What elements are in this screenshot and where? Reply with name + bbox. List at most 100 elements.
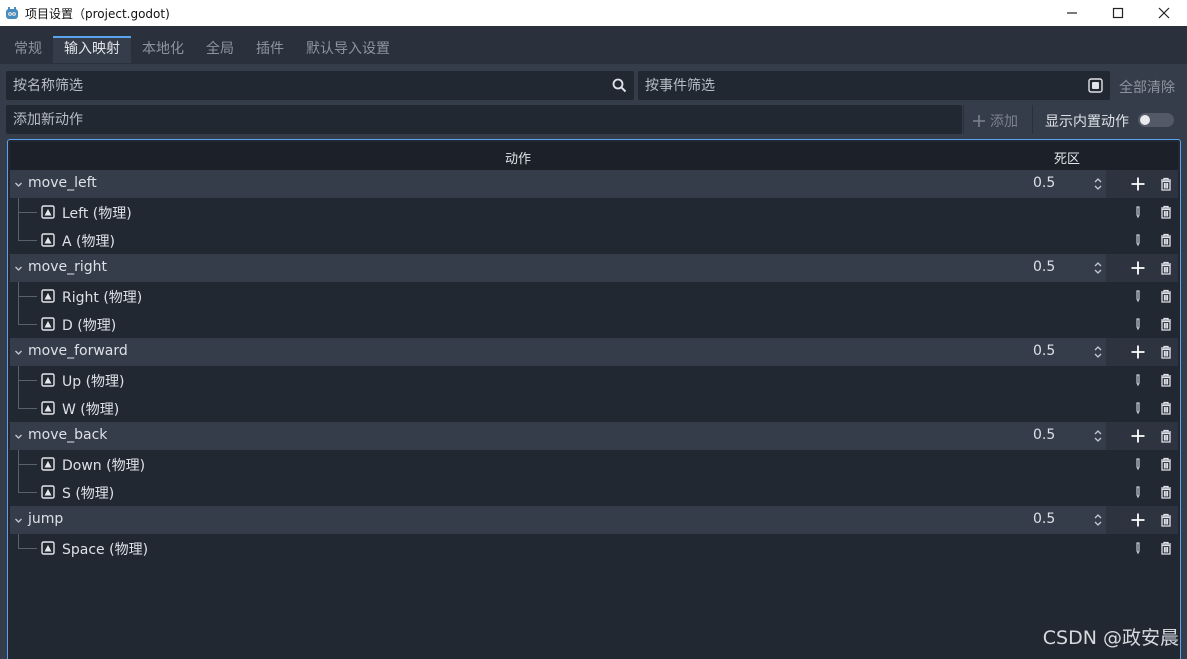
column-deadzone: 死区 [1054,152,1081,167]
filter-by-name-input[interactable] [6,71,634,100]
row-background [10,170,1106,198]
spinner-arrows-icon[interactable] [1094,430,1102,442]
tree-connector [18,212,37,213]
maximize-button[interactable] [1095,0,1141,26]
event-row[interactable]: Right (物理) [10,282,1178,310]
trash-icon[interactable] [1159,261,1173,275]
godot-icon [6,7,18,19]
edit-icon[interactable] [1131,457,1145,471]
action-tree: 动作 死区 move_left 0.5 Left (物理) A (物理) move_ri… [7,139,1181,659]
add-event-icon[interactable] [1131,345,1145,359]
add-event-icon[interactable] [1131,429,1145,443]
keyboard-icon[interactable] [1088,78,1103,93]
event-name: A (物理) [62,234,115,250]
tab-globals[interactable]: 全局 [195,36,245,63]
maximize-icon [1112,7,1124,19]
edit-icon[interactable] [1131,233,1145,247]
action-row[interactable]: move_back 0.5 [10,422,1178,450]
tree-connector [18,198,19,240]
toggle-knob [1140,115,1150,125]
clear-all-button[interactable]: 全部清除 [1119,77,1175,97]
event-row[interactable]: D (物理) [10,310,1178,338]
plus-icon [973,115,985,127]
edit-icon[interactable] [1131,317,1145,331]
show-builtin-toggle[interactable] [1138,113,1174,127]
chevron-down-icon[interactable] [14,516,23,525]
edit-icon[interactable] [1131,289,1145,303]
trash-icon[interactable] [1159,457,1173,471]
event-row[interactable]: Up (物理) [10,366,1178,394]
spinner-arrows-icon[interactable] [1094,346,1102,358]
event-row[interactable]: Down (物理) [10,450,1178,478]
close-button[interactable] [1141,0,1187,26]
trash-icon[interactable] [1159,317,1173,331]
add-event-icon[interactable] [1131,261,1145,275]
edit-icon[interactable] [1131,401,1145,415]
chevron-down-icon[interactable] [14,264,23,273]
event-name: Left (物理) [62,206,132,222]
filter-by-name-field [6,71,634,100]
tab-general[interactable]: 常规 [3,36,53,63]
chevron-down-icon[interactable] [14,432,23,441]
event-row[interactable]: S (物理) [10,478,1178,506]
action-row[interactable]: move_right 0.5 [10,254,1178,282]
spinner-arrows-icon[interactable] [1094,514,1102,526]
add-event-icon[interactable] [1131,513,1145,527]
event-row[interactable]: Left (物理) [10,198,1178,226]
edit-icon[interactable] [1131,485,1145,499]
tree-connector [18,534,19,548]
deadzone-value[interactable]: 0.5 [1033,259,1055,275]
add-event-icon[interactable] [1131,177,1145,191]
tree-connector [18,464,37,465]
trash-icon[interactable] [1159,485,1173,499]
trash-icon[interactable] [1159,205,1173,219]
add-button[interactable]: 添加 [972,111,1018,131]
spinner-arrows-icon[interactable] [1094,262,1102,274]
add-action-field [6,105,962,134]
add-action-input[interactable] [6,105,962,134]
trash-icon[interactable] [1159,345,1173,359]
deadzone-value[interactable]: 0.5 [1033,343,1055,359]
deadzone-value[interactable]: 0.5 [1033,175,1055,191]
keyboard-key-icon [41,485,55,499]
trash-icon[interactable] [1159,373,1173,387]
spinner-arrows-icon[interactable] [1094,178,1102,190]
keyboard-key-icon [41,317,55,331]
event-row[interactable]: W (物理) [10,394,1178,422]
divider [1032,105,1033,134]
tab-import-defaults[interactable]: 默认导入设置 [295,36,401,63]
action-row[interactable]: jump 0.5 [10,506,1178,534]
event-row[interactable]: A (物理) [10,226,1178,254]
tree-connector [18,366,19,408]
show-builtin-label: 显示内置动作 [1045,114,1129,130]
trash-icon[interactable] [1159,289,1173,303]
row-background [10,422,1106,450]
trash-icon[interactable] [1159,401,1173,415]
trash-icon[interactable] [1159,513,1173,527]
tree-connector [18,380,37,381]
trash-icon[interactable] [1159,429,1173,443]
column-action: 动作 [505,152,532,167]
trash-icon[interactable] [1159,177,1173,191]
minimize-button[interactable] [1049,0,1095,26]
deadzone-value[interactable]: 0.5 [1033,427,1055,443]
tree-connector [18,548,37,549]
action-name: move_left [28,175,97,191]
action-row[interactable]: move_left 0.5 [10,170,1178,198]
tree-connector [18,324,37,325]
edit-icon[interactable] [1131,373,1145,387]
deadzone-value[interactable]: 0.5 [1033,511,1055,527]
chevron-down-icon[interactable] [14,348,23,357]
chevron-down-icon[interactable] [14,180,23,189]
edit-icon[interactable] [1131,541,1145,555]
filter-by-event-input[interactable] [638,71,1110,100]
trash-icon[interactable] [1159,233,1173,247]
tab-localization[interactable]: 本地化 [131,36,195,63]
tab-plugins[interactable]: 插件 [245,36,295,63]
event-row[interactable]: Space (物理) [10,534,1178,562]
keyboard-key-icon [41,373,55,387]
tab-input-map[interactable]: 输入映射 [53,36,131,63]
edit-icon[interactable] [1131,205,1145,219]
action-row[interactable]: move_forward 0.5 [10,338,1178,366]
trash-icon[interactable] [1159,541,1173,555]
